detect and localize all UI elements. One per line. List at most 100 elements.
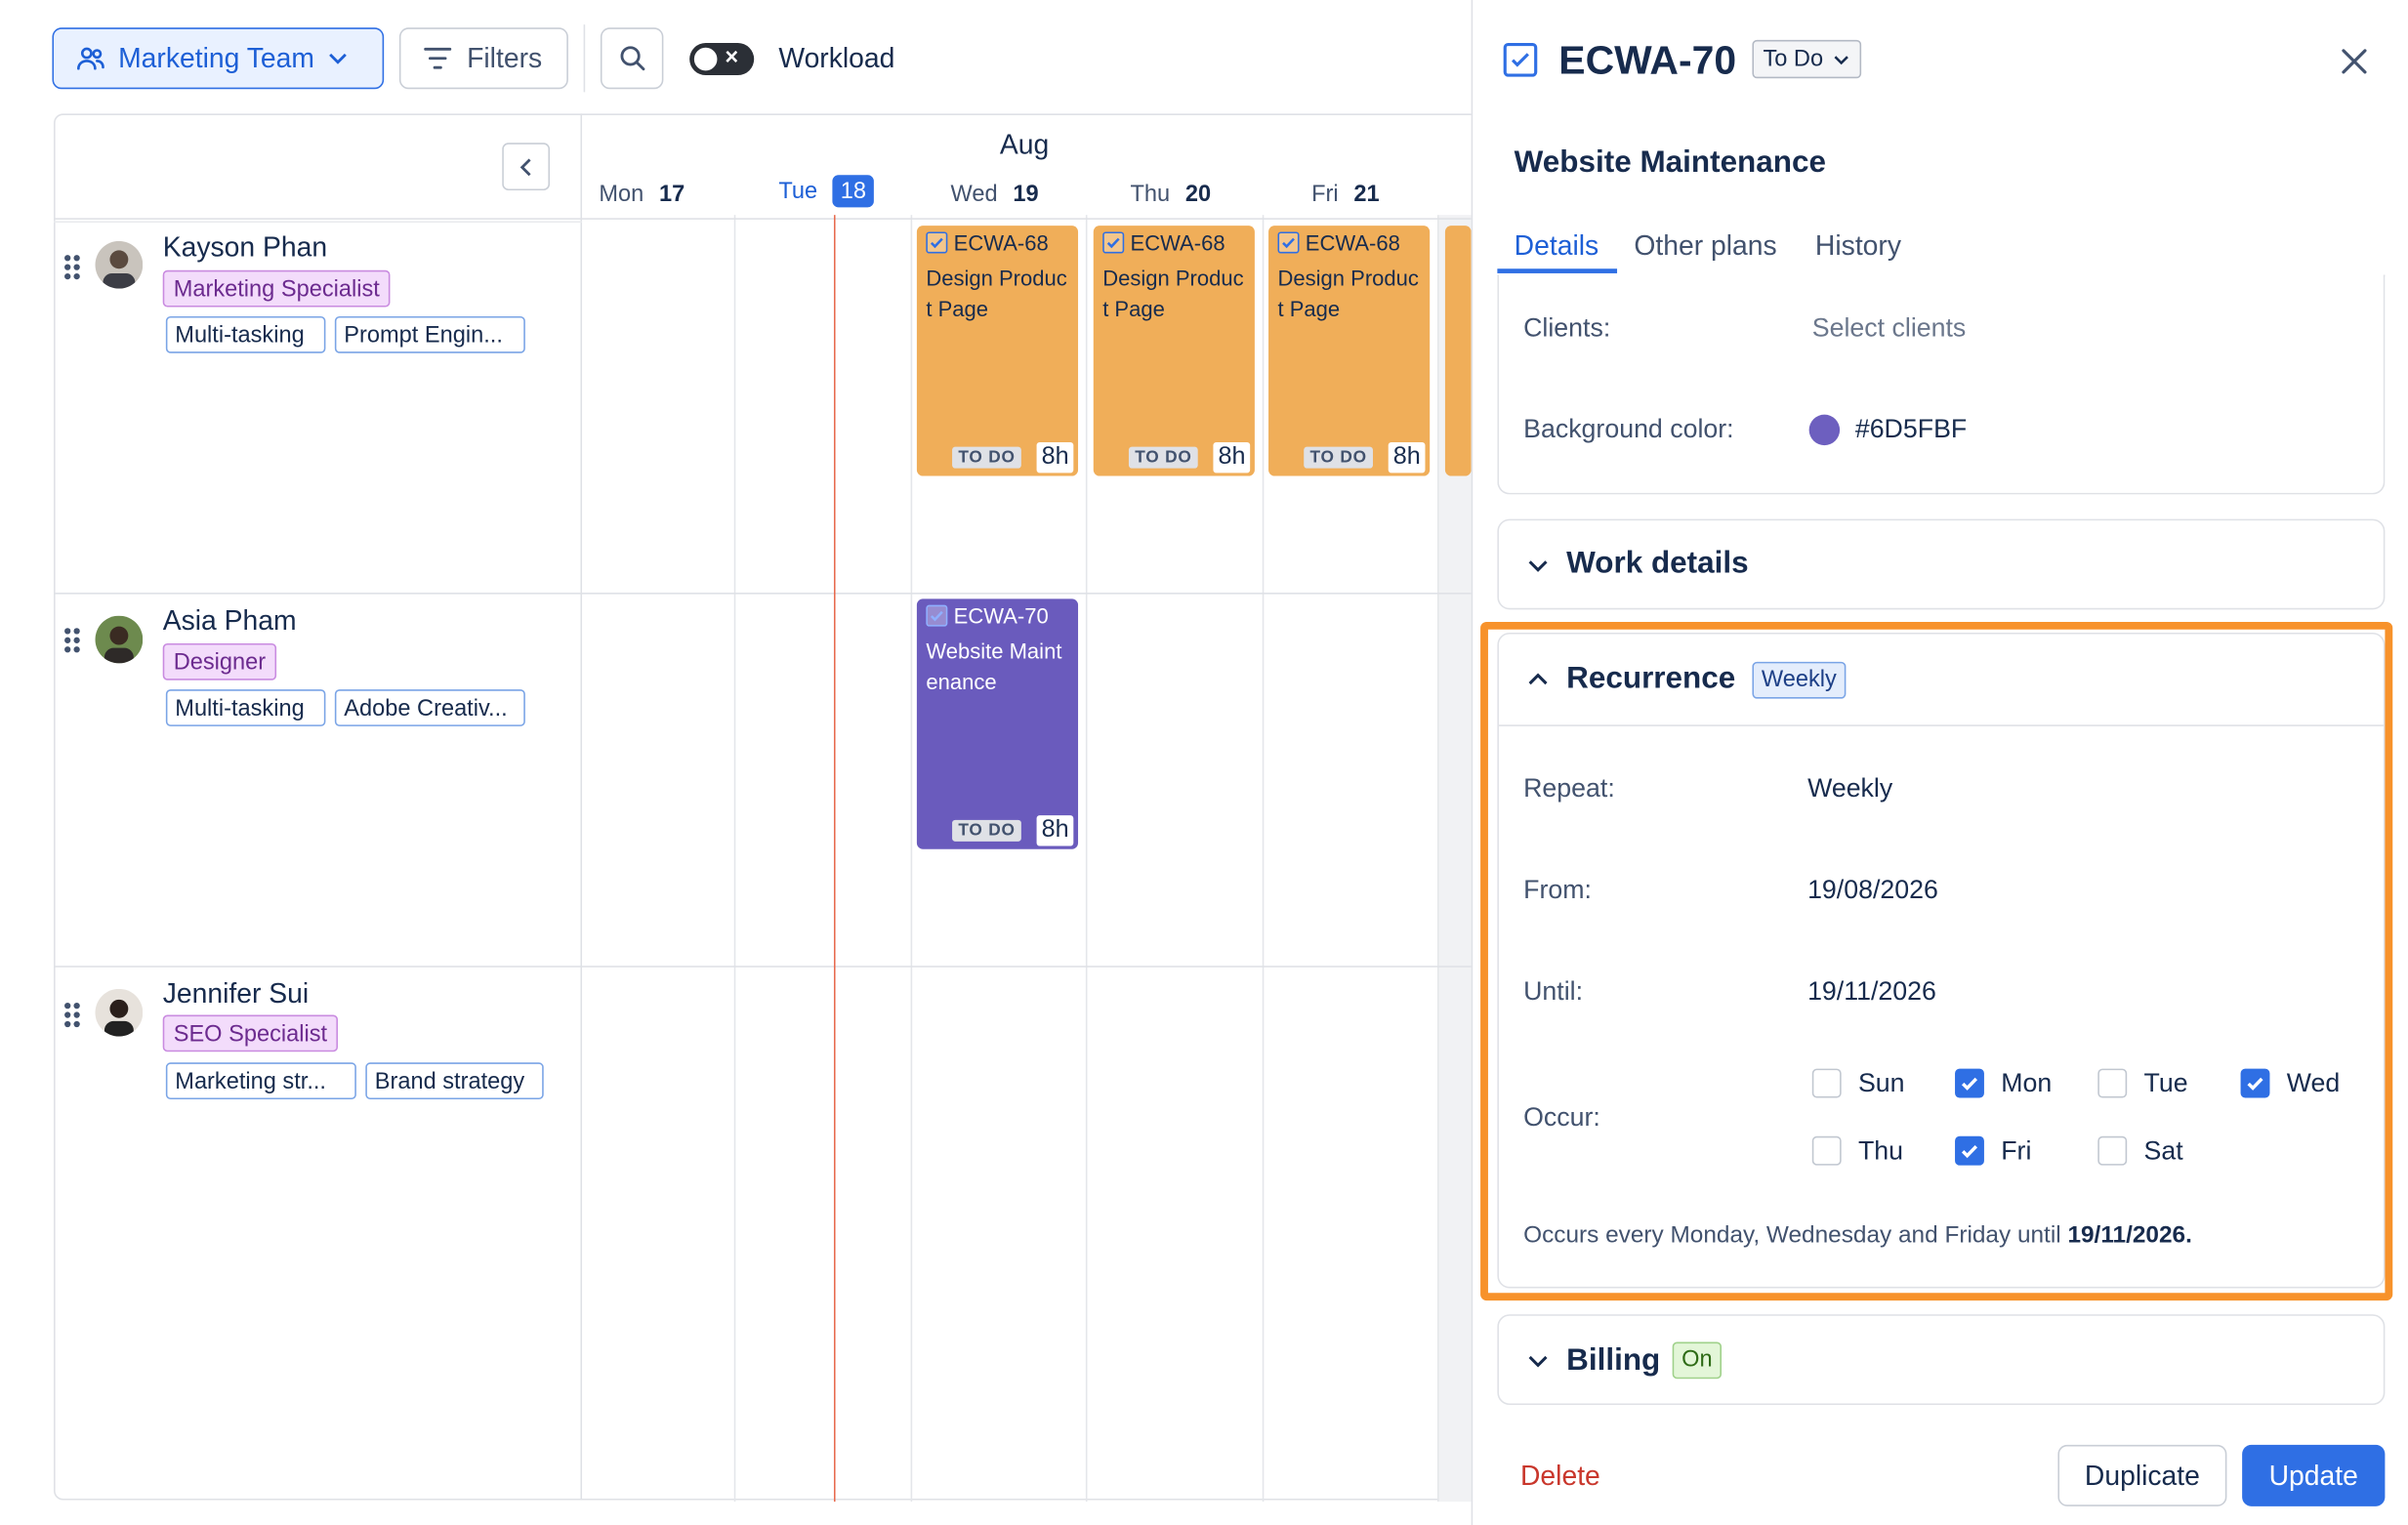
task-hours: 8h xyxy=(1036,441,1074,474)
task-status: TO DO xyxy=(952,446,1022,469)
search-button[interactable] xyxy=(600,27,664,90)
chevron-down-icon xyxy=(1526,555,1550,578)
active-tab-indicator xyxy=(1497,268,1618,273)
column-divider xyxy=(910,215,913,1503)
toggle-knob xyxy=(693,47,718,71)
billing-badge: On xyxy=(1672,1341,1723,1380)
task-id: ECWA-70 xyxy=(926,603,1049,628)
details-card: Clients: Select clients Background color… xyxy=(1497,274,2386,495)
search-icon xyxy=(618,45,645,72)
collapse-sidebar-button[interactable] xyxy=(502,143,551,191)
row-divider xyxy=(54,966,1472,968)
chevron-left-icon xyxy=(517,156,535,178)
background-color-label: Background color: xyxy=(1523,414,1734,444)
clients-select[interactable]: Select clients xyxy=(1812,313,1967,344)
column-divider xyxy=(1437,215,1439,1503)
column-divider xyxy=(1085,215,1088,1503)
checkbox-icon xyxy=(926,604,948,627)
workload-toggle[interactable]: × xyxy=(689,43,755,76)
task-type-checkbox-icon xyxy=(1503,43,1538,77)
day-header: Thu 20 xyxy=(1130,181,1212,208)
person-name: Kayson Phan xyxy=(162,231,328,263)
column-divider xyxy=(580,113,583,1501)
row-divider xyxy=(54,593,1472,595)
users-icon xyxy=(75,43,105,73)
day-header: Wed 19 xyxy=(950,181,1039,208)
column-divider xyxy=(1262,215,1265,1503)
task-status: TO DO xyxy=(952,819,1022,842)
close-icon: × xyxy=(725,44,739,71)
column-divider xyxy=(733,215,736,1503)
day-header: Fri 21 xyxy=(1311,181,1380,208)
filters-label: Filters xyxy=(467,42,543,73)
chevron-down-icon xyxy=(1833,50,1851,68)
recurrence-highlight-box xyxy=(1480,621,2393,1301)
skill-tag: Prompt Engin... xyxy=(334,315,525,353)
skill-tag: Brand strategy xyxy=(365,1062,544,1100)
task-id: ECWA-68 xyxy=(1277,230,1400,255)
person-name: Jennifer Sui xyxy=(162,977,310,1010)
task-hours: 8h xyxy=(1213,441,1251,474)
task-hours: 8h xyxy=(1036,815,1074,846)
chevron-down-icon xyxy=(327,48,349,69)
task-status: TO DO xyxy=(1128,446,1198,469)
task-card-selected[interactable]: ECWA-70 Website Maintenance TO DO 8h xyxy=(916,598,1079,849)
checkbox-icon xyxy=(1277,231,1300,254)
status-dropdown-label: To Do xyxy=(1763,46,1824,72)
billing-title: Billing xyxy=(1566,1343,1661,1378)
avatar xyxy=(95,988,144,1037)
chevron-down-icon xyxy=(1526,1349,1550,1373)
close-panel-button[interactable] xyxy=(2333,40,2376,83)
avatar xyxy=(95,615,144,664)
background-color-value: #6D5FBF xyxy=(1854,414,1968,444)
day-header-today: Tue 18 xyxy=(778,175,874,208)
task-card-partial[interactable] xyxy=(1444,226,1472,476)
role-badge: Designer xyxy=(162,642,277,680)
task-hours: 8h xyxy=(1389,441,1426,474)
update-button[interactable]: Update xyxy=(2242,1444,2386,1506)
task-title: Website Maintenance xyxy=(1514,145,1826,181)
header-divider xyxy=(54,218,1472,220)
work-details-section[interactable]: Work details xyxy=(1497,518,2386,610)
task-id-title: ECWA-70 xyxy=(1558,36,1737,83)
tab-details[interactable]: Details xyxy=(1515,230,1599,263)
work-details-title: Work details xyxy=(1566,546,1749,581)
task-name: Design Product Page xyxy=(926,266,1067,321)
today-indicator-line xyxy=(833,215,836,1503)
skill-tag: Multi-tasking xyxy=(165,315,326,353)
task-card[interactable]: ECWA-68 Design Product Page TO DO 8h xyxy=(1268,226,1431,476)
close-icon xyxy=(2339,46,2369,76)
drag-handle-icon[interactable] xyxy=(64,255,80,280)
checkbox-icon xyxy=(1102,231,1125,254)
header-divider xyxy=(54,221,583,224)
filters-button[interactable]: Filters xyxy=(398,27,568,90)
team-selector-label: Marketing Team xyxy=(118,42,314,73)
toolbar-divider xyxy=(583,24,586,93)
today-badge: 18 xyxy=(832,175,874,208)
skill-tag: Adobe Creativ... xyxy=(334,689,525,726)
day-header: Mon 17 xyxy=(599,181,685,208)
delete-button[interactable]: Delete xyxy=(1520,1461,1600,1493)
color-swatch[interactable] xyxy=(1808,414,1841,446)
avatar xyxy=(95,240,144,289)
task-id: ECWA-68 xyxy=(1102,230,1225,255)
tab-history[interactable]: History xyxy=(1815,230,1901,263)
duplicate-button[interactable]: Duplicate xyxy=(2057,1444,2227,1506)
drag-handle-icon[interactable] xyxy=(64,628,80,653)
task-name: Design Product Page xyxy=(1277,266,1419,321)
tab-other-plans[interactable]: Other plans xyxy=(1634,230,1776,263)
team-selector-button[interactable]: Marketing Team xyxy=(52,27,385,90)
skill-tag: Multi-tasking xyxy=(165,689,326,726)
task-card[interactable]: ECWA-68 Design Product Page TO DO 8h xyxy=(1093,226,1255,476)
clients-label: Clients: xyxy=(1523,312,1611,343)
checkbox-icon xyxy=(926,231,948,254)
filter-icon xyxy=(422,45,452,72)
status-dropdown[interactable]: To Do xyxy=(1752,39,1862,79)
role-badge: Marketing Specialist xyxy=(162,269,391,308)
task-card[interactable]: ECWA-68 Design Product Page TO DO 8h xyxy=(916,226,1079,476)
person-name: Asia Pham xyxy=(162,604,297,637)
drag-handle-icon[interactable] xyxy=(64,1002,80,1028)
task-status: TO DO xyxy=(1304,446,1374,469)
month-label: Aug xyxy=(999,129,1050,160)
billing-section[interactable]: Billing On xyxy=(1497,1314,2386,1406)
